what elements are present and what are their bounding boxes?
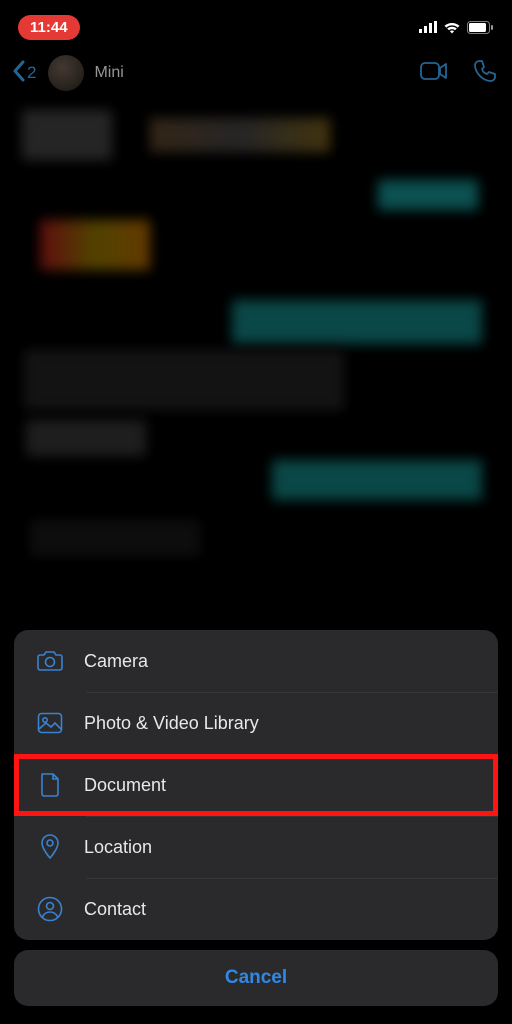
- document-icon: [36, 771, 64, 799]
- attachment-option-camera[interactable]: Camera: [14, 630, 498, 692]
- cellular-signal-icon: [419, 21, 437, 33]
- attachment-option-label: Photo & Video Library: [84, 713, 259, 734]
- attachment-option-label: Contact: [84, 899, 146, 920]
- recording-time-pill[interactable]: 11:44: [18, 15, 80, 40]
- attachment-option-label: Location: [84, 837, 152, 858]
- attachment-option-location[interactable]: Location: [14, 816, 498, 878]
- status-bar: 11:44: [0, 0, 512, 46]
- status-icons: [419, 21, 494, 34]
- video-call-icon[interactable]: [420, 62, 448, 85]
- attachment-option-contact[interactable]: Contact: [14, 878, 498, 940]
- cancel-button[interactable]: Cancel: [14, 950, 498, 1006]
- camera-icon: [36, 647, 64, 675]
- battery-icon: [467, 21, 494, 34]
- chevron-left-icon: [12, 60, 25, 87]
- voice-call-icon[interactable]: [474, 60, 496, 87]
- contact-icon: [36, 895, 64, 923]
- chat-header: 2 Mini: [0, 46, 512, 100]
- attachment-option-label: Camera: [84, 651, 148, 672]
- wifi-icon: [443, 21, 461, 34]
- attachment-action-sheet: Camera Photo & Video Library Document Lo…: [0, 630, 512, 1024]
- photo-icon: [36, 709, 64, 737]
- location-icon: [36, 833, 64, 861]
- back-count: 2: [27, 63, 36, 83]
- attachment-option-photo-video[interactable]: Photo & Video Library: [14, 692, 498, 754]
- avatar[interactable]: [48, 55, 84, 91]
- back-button[interactable]: 2: [12, 60, 36, 87]
- contact-name[interactable]: Mini: [94, 64, 410, 82]
- attachment-menu: Camera Photo & Video Library Document Lo…: [14, 630, 498, 940]
- attachment-option-document[interactable]: Document: [14, 754, 498, 816]
- attachment-option-label: Document: [84, 775, 166, 796]
